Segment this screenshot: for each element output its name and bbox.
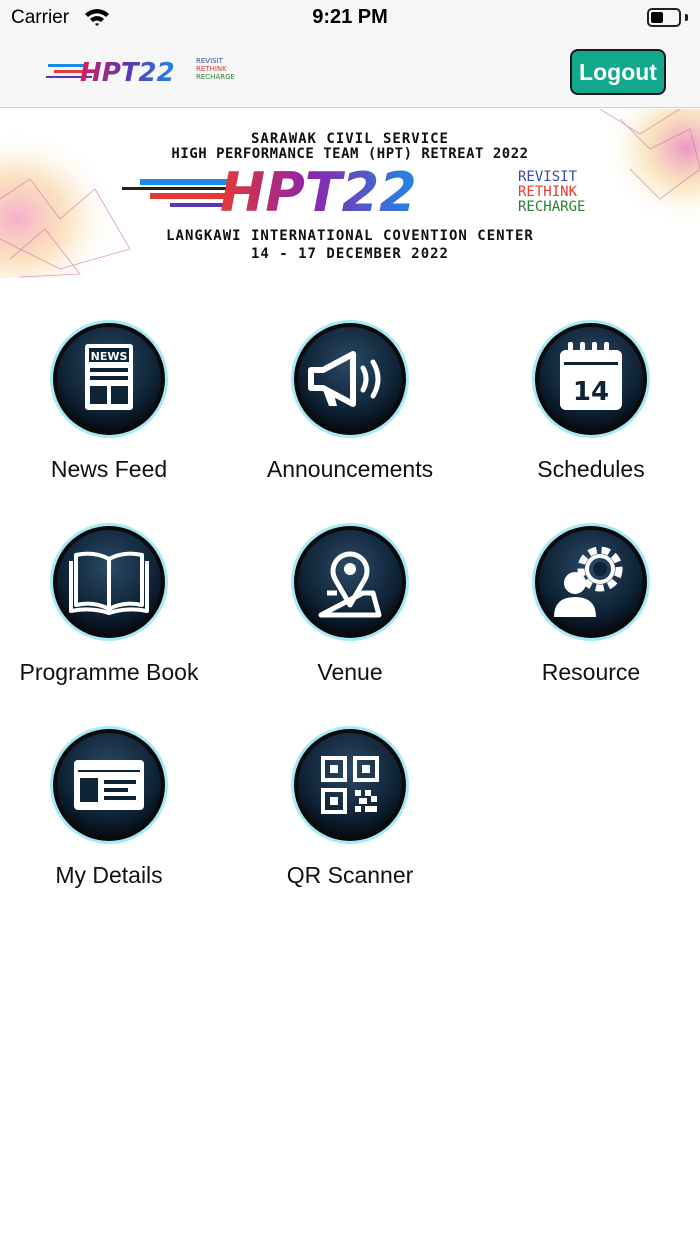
svg-text:REVISIT: REVISIT [196,57,224,65]
menu-label: My Details [55,862,163,888]
event-banner: SARAWAK CIVIL SERVICE HIGH PERFORMANCE T… [0,109,700,278]
banner-tagline-revisit: REVISIT [518,169,578,185]
logout-button[interactable]: Logout [570,49,666,95]
menu-label: Programme Book [19,659,199,685]
id-card-icon[interactable] [48,724,170,846]
banner-dates: 14 - 17 DECEMBER 2022 [250,246,449,262]
svg-text:NEWS: NEWS [91,350,128,363]
person-gear-icon[interactable] [530,521,652,643]
menu-label: QR Scanner [286,862,414,888]
hpt22-logo: HPT22 REVISIT RETHINK RECHARGE [46,57,235,88]
status-bar: Carrier 9:21 PM [0,0,700,36]
menu-item-qr-scanner[interactable]: QR Scanner [235,724,465,914]
banner-tagline-rethink: RETHINK [518,184,578,200]
calendar-icon[interactable]: 14 [530,318,652,440]
banner-tagline-recharge: RECHARGE [518,199,585,215]
book-icon[interactable] [48,521,170,643]
banner-event-title: HIGH PERFORMANCE TEAM (HPT) RETREAT 2022 [171,146,529,162]
menu-label: News Feed [50,456,168,482]
newspaper-icon[interactable]: NEWS [48,318,170,440]
clock: 9:21 PM [312,6,388,28]
menu-item-my-details[interactable]: My Details [0,724,224,914]
menu-item-venue[interactable]: Venue [235,521,465,711]
banner-hpt22-logo: HPT22 REVISIT RETHINK RECHARGE [122,161,585,219]
svg-text:RECHARGE: RECHARGE [196,73,235,81]
battery-level [651,12,663,23]
qr-code-icon[interactable] [289,724,411,846]
navigation-bar: HPT22 REVISIT RETHINK RECHARGE Logout [0,36,700,108]
menu-label: Resource [541,659,641,685]
svg-text:RETHINK: RETHINK [196,65,227,73]
svg-text:14: 14 [573,377,609,407]
menu-item-news-feed[interactable]: NEWS News Feed [0,318,224,508]
banner-organizer: SARAWAK CIVIL SERVICE [250,131,449,147]
banner-venue: LANGKAWI INTERNATIONAL COVENTION CENTER [166,228,534,244]
menu-item-programme-book[interactable]: Programme Book [0,521,224,711]
menu-label: Schedules [537,456,645,482]
nav-logo-text: HPT22 [80,58,175,88]
map-pin-icon[interactable] [289,521,411,643]
menu-label: Announcements [266,456,434,482]
menu-item-resource[interactable]: Resource [476,521,700,711]
battery-tip [685,14,688,21]
banner-logo-text: HPT22 [220,161,417,219]
menu-item-schedules[interactable]: 14 Schedules [476,318,700,508]
megaphone-icon[interactable] [289,318,411,440]
menu-item-announcements[interactable]: Announcements [235,318,465,508]
menu-label: Venue [317,659,383,685]
battery-icon [647,8,681,27]
